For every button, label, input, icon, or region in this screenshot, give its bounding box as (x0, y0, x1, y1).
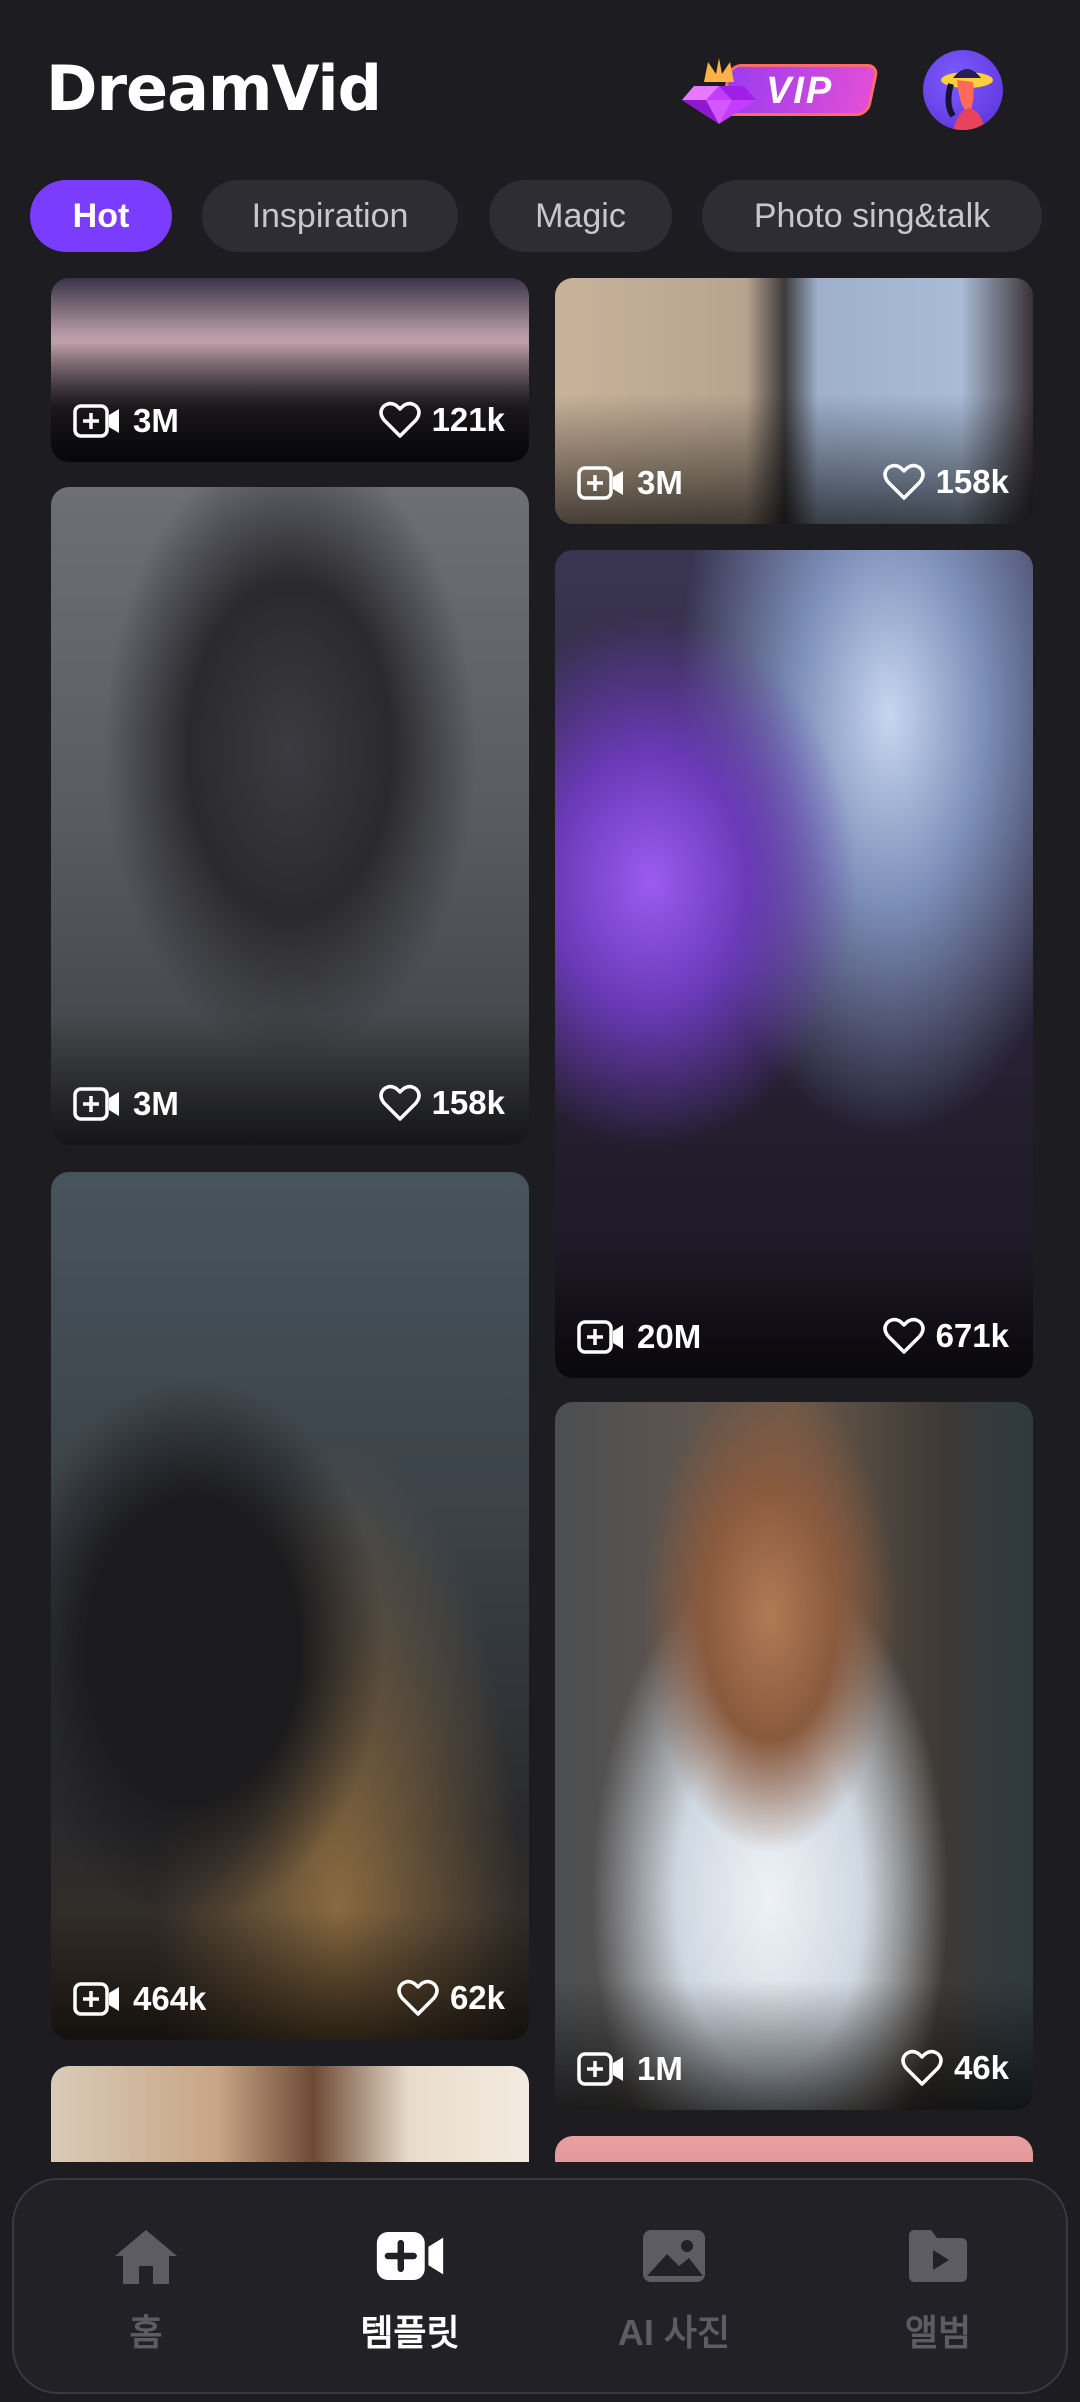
nav-ai-photo-label: AI 사진 (617, 2312, 731, 2353)
template-card[interactable]: 3M 121k (51, 278, 529, 462)
template-card[interactable]: 464k 62k (51, 1172, 529, 2040)
use-count: 3M (133, 402, 179, 439)
like-count: 158k (935, 463, 1009, 500)
heart-icon (882, 1317, 925, 1354)
template-thumbnail (51, 2066, 529, 2162)
tab-magic[interactable]: Magic (489, 180, 672, 252)
app-logo: DreamVid (46, 52, 382, 125)
like-button[interactable]: 158k (882, 462, 1009, 502)
bottom-navigation: 홈 템플릿 AI 사진 앨범 (12, 2178, 1068, 2394)
like-count: 158k (431, 1084, 505, 1121)
nav-album[interactable]: 앨범 (806, 2180, 1070, 2392)
tab-inspiration[interactable]: Inspiration (202, 180, 458, 252)
profile-avatar[interactable] (923, 50, 1003, 130)
like-button[interactable]: 671k (882, 1316, 1009, 1356)
like-count: 121k (431, 401, 505, 438)
like-button[interactable]: 46k (900, 2048, 1009, 2088)
video-add-icon (577, 2052, 623, 2086)
use-count: 3M (133, 1085, 179, 1122)
folder-icon (909, 2230, 967, 2282)
template-card[interactable]: 3M 158k (51, 487, 529, 1145)
tab-photo-sing-talk[interactable]: Photo sing&talk (702, 180, 1042, 252)
template-card[interactable] (555, 2136, 1033, 2162)
like-button[interactable]: 62k (396, 1978, 505, 2018)
like-count: 671k (935, 1317, 1009, 1354)
like-button[interactable]: 121k (378, 400, 505, 440)
tab-hot[interactable]: Hot (30, 180, 172, 252)
like-button[interactable]: 158k (378, 1083, 505, 1123)
nav-album-label: 앨범 (904, 2312, 972, 2353)
video-add-icon (73, 404, 119, 438)
heart-icon (378, 1084, 421, 1121)
diamond-crown-icon (682, 58, 756, 124)
use-count: 20M (637, 1318, 702, 1355)
video-add-icon (376, 2232, 444, 2280)
home-icon (115, 2230, 177, 2284)
category-tabs: Hot Inspiration Magic Photo sing&talk (0, 180, 1080, 256)
video-add-icon (73, 1087, 119, 1121)
nav-ai-photo[interactable]: AI 사진 (542, 2180, 806, 2392)
vip-label: VIP (766, 70, 834, 112)
video-add-icon (577, 1320, 623, 1354)
nav-home[interactable]: 홈 (14, 2180, 278, 2392)
nav-templates-label: 템플릿 (360, 2312, 460, 2353)
nav-templates[interactable]: 템플릿 (278, 2180, 542, 2392)
app-header: DreamVid VIP (0, 0, 1080, 170)
nav-home-label: 홈 (129, 2312, 163, 2353)
video-add-icon (73, 1982, 119, 2016)
video-add-icon (577, 466, 623, 500)
avatar-illustration (941, 69, 993, 130)
like-count: 62k (449, 1979, 505, 2016)
template-card[interactable]: 20M 671k (555, 550, 1033, 1378)
template-feed: 3M 121k 3M 158k 464k 62k 3M 158k 20M 671… (0, 278, 1080, 2162)
heart-icon (378, 401, 421, 438)
heart-icon (882, 463, 925, 500)
heart-icon (397, 1979, 439, 2016)
template-card[interactable]: 3M 158k (555, 278, 1033, 524)
use-count: 3M (637, 464, 683, 501)
use-count: 464k (133, 1980, 207, 2017)
template-card[interactable]: 1M 46k (555, 1402, 1033, 2110)
heart-icon (901, 2049, 943, 2086)
use-count: 1M (637, 2050, 683, 2087)
vip-button[interactable]: VIP (676, 48, 880, 128)
template-thumbnail (555, 2136, 1033, 2162)
like-count: 46k (953, 2049, 1009, 2086)
template-card[interactable] (51, 2066, 529, 2162)
image-icon (643, 2230, 705, 2282)
